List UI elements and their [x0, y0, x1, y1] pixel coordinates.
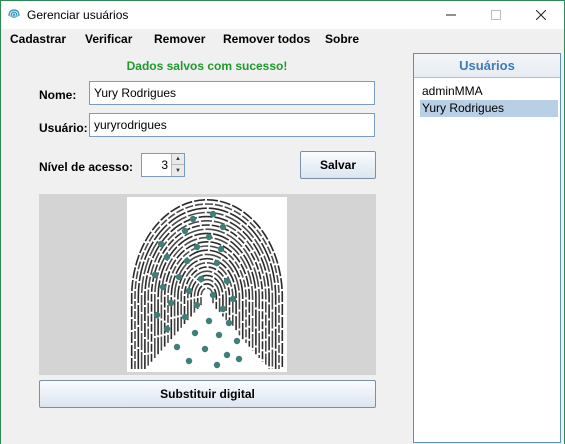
minutia-marker [201, 345, 209, 353]
minutia-marker [193, 301, 201, 309]
minutia-marker [193, 243, 201, 251]
minutia-marker [197, 275, 205, 283]
minutia-marker [235, 355, 243, 363]
fingerprint-ridge [190, 274, 224, 317]
user-list-item[interactable]: Yury Rodrigues [420, 100, 558, 117]
fingerprint-ridge [154, 228, 260, 359]
status-message: Dados salvos com sucesso! [126, 59, 288, 73]
fingerprint-ridge [157, 232, 257, 355]
minutia-marker [189, 215, 197, 223]
minutia-marker [229, 295, 237, 303]
chevron-up-icon: ▲ [175, 156, 181, 162]
minutia-marker [205, 233, 213, 241]
fingerprint-drawing [130, 199, 284, 369]
minutia-marker [175, 273, 183, 281]
minutia-marker [215, 331, 223, 339]
fingerprint-image [127, 197, 287, 372]
access-level-spinner[interactable]: 3 ▲ ▼ [141, 153, 185, 177]
minutia-marker [163, 325, 171, 333]
replace-fingerprint-button[interactable]: Substituir digital [39, 380, 376, 408]
minutia-marker [185, 287, 193, 295]
users-header: Usuários [414, 54, 560, 78]
app-window: Gerenciar usuários Cadastrar Verificar R… [0, 0, 565, 444]
minutia-marker [219, 305, 227, 313]
fingerprint-icon [8, 9, 20, 19]
minutia-marker [213, 361, 221, 369]
minutia-marker [153, 311, 161, 319]
spin-up-button[interactable]: ▲ [171, 154, 184, 165]
access-level-value[interactable]: 3 [142, 154, 171, 176]
minutia-marker [185, 357, 193, 365]
minutia-marker [209, 291, 217, 299]
chevron-down-icon: ▼ [175, 167, 181, 174]
users-panel: Usuários adminMMA Yury Rodrigues [413, 53, 561, 443]
minutia-marker [205, 317, 213, 325]
minutia-marker [157, 240, 165, 248]
close-button[interactable] [518, 1, 564, 29]
minutia-marker [191, 329, 199, 337]
name-input[interactable] [89, 81, 375, 105]
minutia-marker [219, 223, 227, 231]
minutia-marker [225, 319, 233, 327]
minutia-marker [223, 351, 231, 359]
minutia-marker [167, 299, 175, 307]
minutia-marker [233, 337, 241, 345]
title-bar[interactable]: Gerenciar usuários [1, 1, 564, 29]
close-icon [536, 10, 546, 20]
username-input[interactable] [89, 113, 375, 137]
minimize-button[interactable] [428, 1, 474, 29]
save-button[interactable]: Salvar [300, 151, 376, 179]
minimize-icon [446, 14, 456, 16]
minutia-marker [183, 257, 191, 265]
main-panel: Dados salvos com sucesso! Nome: Usuário:… [1, 50, 564, 444]
minutia-marker [213, 259, 221, 267]
menu-verificar[interactable]: Verificar [85, 32, 132, 46]
access-level-label: Nível de acesso: [39, 160, 134, 174]
minutia-marker [217, 245, 225, 253]
menu-bar: Cadastrar Verificar Remover Remover todo… [1, 29, 564, 50]
minutia-marker [159, 283, 167, 291]
username-label: Usuário: [39, 121, 88, 135]
fingerprint-panel [39, 194, 376, 375]
minutia-marker [163, 253, 171, 261]
spin-down-button[interactable]: ▼ [171, 165, 184, 176]
maximize-icon [491, 10, 501, 20]
menu-sobre[interactable]: Sobre [325, 32, 359, 46]
menu-remover[interactable]: Remover [154, 32, 205, 46]
fingerprint-ridge [187, 270, 227, 321]
fingerprint-ridge [167, 245, 247, 343]
minutia-marker [223, 277, 231, 285]
window-title: Gerenciar usuários [27, 8, 129, 22]
menu-remover-todos[interactable]: Remover todos [223, 32, 310, 46]
minutia-marker [181, 313, 189, 321]
users-list: adminMMA Yury Rodrigues [420, 83, 558, 117]
menu-cadastrar[interactable]: Cadastrar [10, 32, 66, 46]
minutia-marker [209, 210, 217, 218]
minutia-marker [151, 271, 159, 279]
minutia-marker [181, 227, 189, 235]
minutia-marker [173, 343, 181, 351]
name-label: Nome: [39, 88, 77, 102]
fingerprint-ridge [180, 262, 234, 328]
user-list-item[interactable]: adminMMA [420, 83, 558, 100]
maximize-button[interactable] [473, 1, 519, 29]
